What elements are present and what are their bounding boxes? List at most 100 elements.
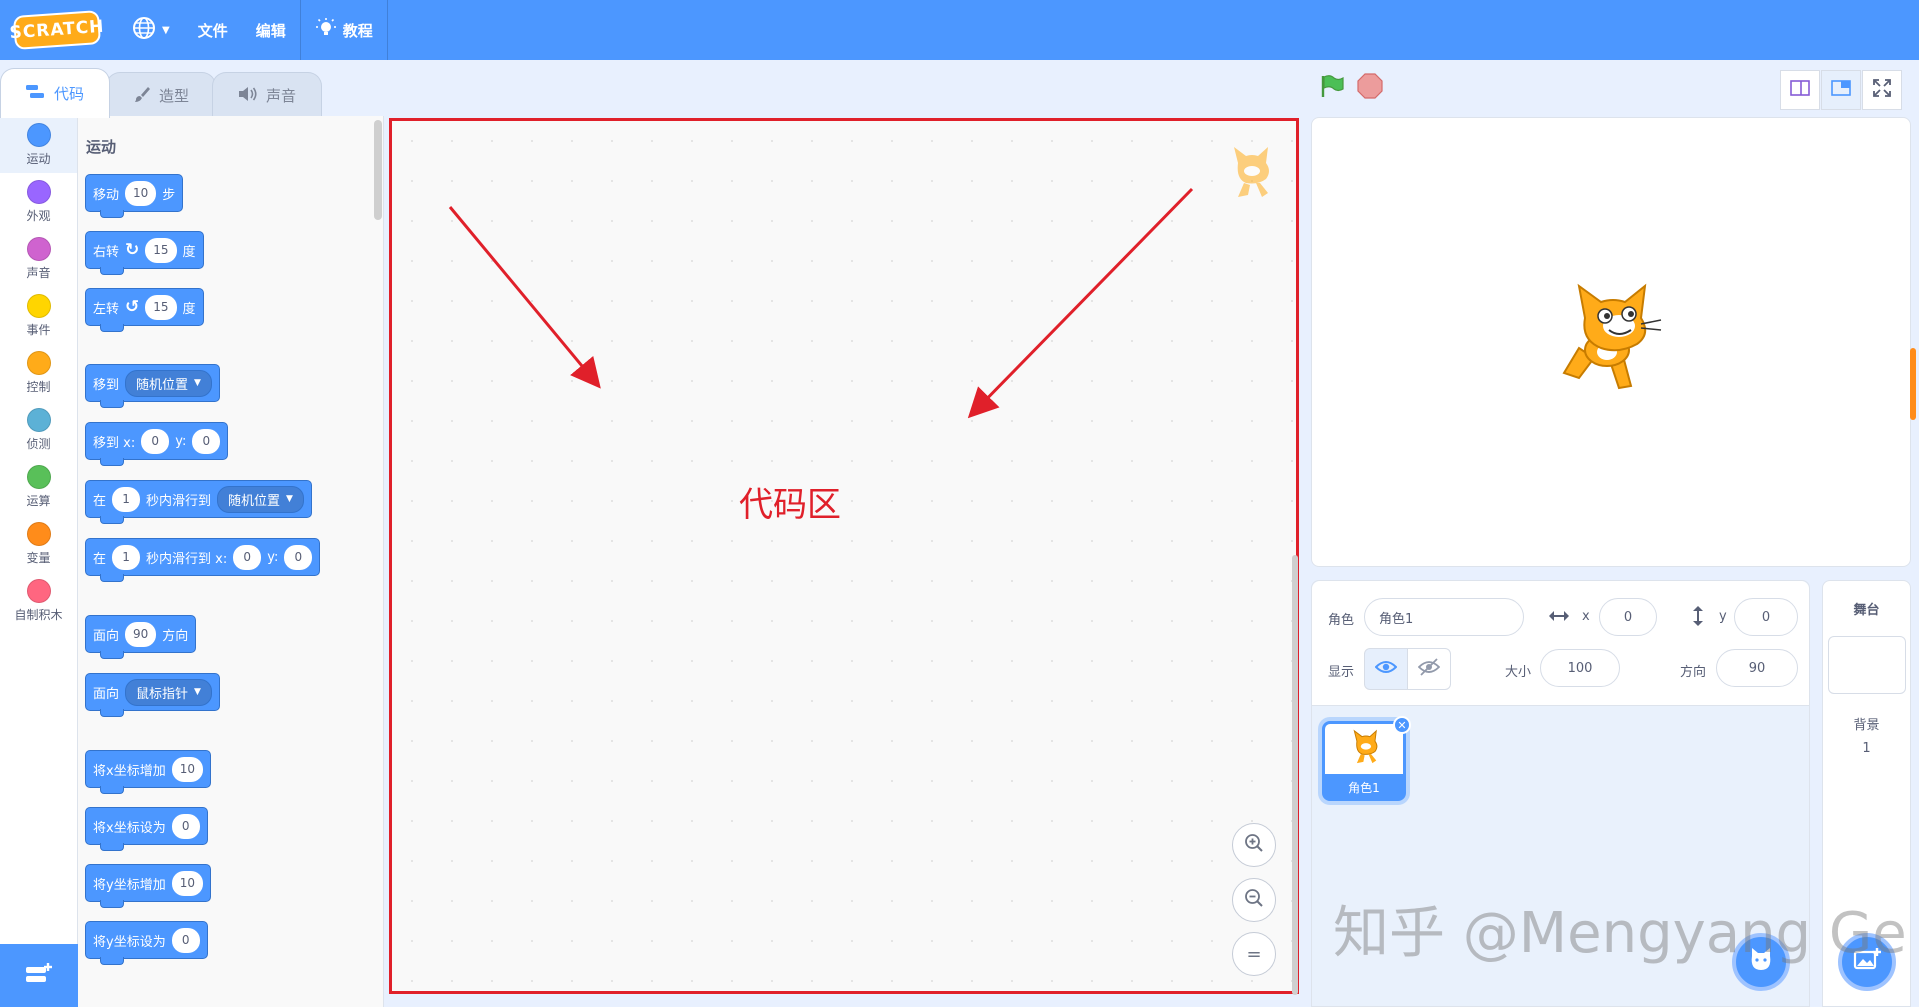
sprite-name-input[interactable]: 角色1 xyxy=(1364,598,1524,636)
reset-zoom-button[interactable]: = xyxy=(1232,932,1276,976)
green-flag-button[interactable] xyxy=(1317,73,1347,103)
code-area[interactable]: 代码区 = xyxy=(389,118,1299,994)
editor-tabs: 代码 造型 声音 xyxy=(0,68,322,118)
block-dropdown[interactable]: 随机位置 ▼ xyxy=(125,369,212,397)
block-input[interactable]: 15 xyxy=(145,294,177,320)
x-input[interactable]: 0 xyxy=(1599,598,1657,636)
block-change-y[interactable]: 将y坐标增加 10 xyxy=(85,864,211,908)
palette-scrollbar[interactable] xyxy=(374,120,382,220)
code-area-scrollbar[interactable] xyxy=(1292,555,1298,995)
block-dropdown[interactable]: 鼠标指针 ▼ xyxy=(125,678,212,706)
tab-code-label: 代码 xyxy=(53,85,84,103)
category-variables[interactable]: 变量 xyxy=(0,515,77,572)
category-dot xyxy=(26,236,51,261)
menu-divider xyxy=(386,0,388,60)
block-input[interactable]: 1 xyxy=(112,544,141,570)
block-input[interactable]: 0 xyxy=(141,428,170,454)
block-text: 将x坐标增加 xyxy=(93,763,166,779)
stage-canvas[interactable] xyxy=(1311,117,1911,567)
category-dot xyxy=(26,122,51,147)
block-input[interactable]: 0 xyxy=(233,544,262,570)
small-stage-icon xyxy=(1790,80,1810,100)
lightbulb-icon xyxy=(315,17,337,43)
block-goto[interactable]: 移到 随机位置 ▼ xyxy=(85,364,220,408)
green-flag-icon xyxy=(1319,73,1345,103)
block-input[interactable]: 0 xyxy=(171,927,200,953)
block-input[interactable]: 15 xyxy=(145,237,177,263)
cat-sprite-icon xyxy=(1344,727,1384,771)
block-input[interactable]: 10 xyxy=(125,180,157,206)
scratch-logo[interactable]: SCRATCH xyxy=(9,10,105,50)
language-menu[interactable]: ▼ xyxy=(118,0,184,60)
block-turn-right[interactable]: 右转 ↻ 15 度 xyxy=(85,231,204,275)
vertical-arrows-icon xyxy=(1690,605,1706,631)
sprite-ghost-icon xyxy=(1218,141,1280,207)
category-sound[interactable]: 声音 xyxy=(0,230,77,287)
block-dropdown[interactable]: 随机位置 ▼ xyxy=(217,485,304,513)
block-move-steps[interactable]: 移动 10 步 xyxy=(85,174,184,218)
category-motion[interactable]: 运动 xyxy=(0,116,77,173)
small-stage-button[interactable] xyxy=(1780,70,1820,110)
category-dot xyxy=(26,578,51,603)
delete-sprite-button[interactable]: ✕ xyxy=(1393,716,1411,734)
tab-costumes[interactable]: 造型 xyxy=(106,72,216,118)
annotation-label: 代码区 xyxy=(739,485,841,525)
category-control[interactable]: 控制 xyxy=(0,344,77,401)
block-text: 将y坐标增加 xyxy=(93,877,166,893)
block-input[interactable]: 10 xyxy=(171,870,203,896)
zoom-in-icon xyxy=(1244,833,1264,858)
block-point-towards[interactable]: 面向 鼠标指针 ▼ xyxy=(85,673,220,717)
block-input[interactable]: 90 xyxy=(125,621,157,647)
block-point-direction[interactable]: 面向 90 方向 xyxy=(85,615,197,659)
category-label: 侦测 xyxy=(26,436,51,451)
category-label: 事件 xyxy=(26,322,51,337)
block-input[interactable]: 0 xyxy=(171,813,200,839)
tab-sounds[interactable]: 声音 xyxy=(212,72,322,118)
category-sensing[interactable]: 侦测 xyxy=(0,401,77,458)
tutorials-button[interactable]: 教程 xyxy=(301,0,387,60)
category-operators[interactable]: 运算 xyxy=(0,458,77,515)
block-text: 面向 xyxy=(93,686,120,702)
show-sprite-button[interactable] xyxy=(1364,648,1408,690)
stop-button[interactable] xyxy=(1355,73,1385,103)
normal-stage-button[interactable] xyxy=(1821,70,1861,110)
category-my-blocks[interactable]: 自制积木 xyxy=(0,572,77,629)
stage-resize-handle[interactable] xyxy=(1910,348,1916,420)
block-glide[interactable]: 在 1 秒内滑行到 随机位置 ▼ xyxy=(85,480,312,524)
block-change-x[interactable]: 将x坐标增加 10 xyxy=(85,750,211,794)
y-input[interactable]: 0 xyxy=(1734,598,1798,636)
zoom-in-button[interactable] xyxy=(1232,823,1276,867)
hide-sprite-button[interactable] xyxy=(1407,648,1451,690)
block-turn-left[interactable]: 左转 ↺ 15 度 xyxy=(85,288,204,332)
sprite-thumbnail[interactable]: 角色1 ✕ xyxy=(1322,716,1411,801)
direction-input[interactable]: 90 xyxy=(1716,649,1798,687)
tab-sounds-label: 声音 xyxy=(265,87,296,105)
category-label: 控制 xyxy=(26,379,51,394)
block-set-x[interactable]: 将x坐标设为 0 xyxy=(85,807,208,851)
block-text: 度 xyxy=(182,301,196,317)
category-events[interactable]: 事件 xyxy=(0,287,77,344)
block-input[interactable]: 10 xyxy=(171,756,203,782)
cat-sprite-icon xyxy=(1549,278,1674,407)
block-input[interactable]: 0 xyxy=(284,544,313,570)
eye-slash-icon xyxy=(1417,658,1441,680)
block-glide-xy[interactable]: 在 1 秒内滑行到 x: 0 y: 0 xyxy=(85,538,321,582)
block-goto-xy[interactable]: 移到 x: 0 y: 0 xyxy=(85,422,229,466)
category-dot xyxy=(26,407,51,432)
block-input[interactable]: 0 xyxy=(192,428,221,454)
sprite-info: 角色 角色1 x 0 y 0 显示 大小 100 方向 90 xyxy=(1312,581,1809,706)
zoom-out-button[interactable] xyxy=(1232,878,1276,922)
dropdown-arrow-icon: ▼ xyxy=(286,494,293,504)
size-input[interactable]: 100 xyxy=(1540,649,1620,687)
tab-code[interactable]: 代码 xyxy=(0,68,110,118)
edit-menu[interactable]: 编辑 xyxy=(242,0,300,60)
block-set-y[interactable]: 将y坐标设为 0 xyxy=(85,921,208,965)
file-menu[interactable]: 文件 xyxy=(184,0,242,60)
category-looks[interactable]: 外观 xyxy=(0,173,77,230)
block-input[interactable]: 1 xyxy=(112,486,141,512)
show-label: 显示 xyxy=(1328,665,1355,680)
direction-label: 方向 xyxy=(1680,665,1707,680)
fullscreen-button[interactable] xyxy=(1862,70,1902,110)
stage-thumbnail[interactable] xyxy=(1827,636,1906,694)
add-extension-button[interactable] xyxy=(0,944,78,1007)
